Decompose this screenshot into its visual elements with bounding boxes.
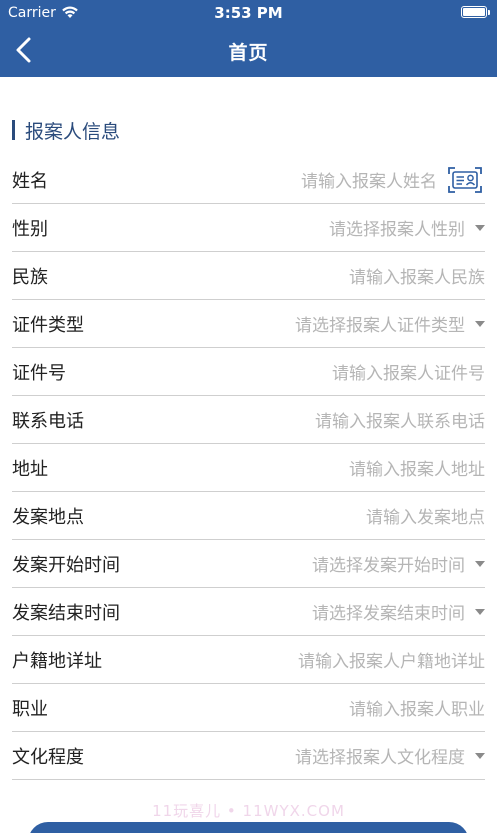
status-bar: Carrier 3:53 PM <box>0 0 497 26</box>
field-label: 发案地点 <box>12 506 84 528</box>
ethnicity-input[interactable]: 请输入报案人民族 <box>48 252 485 299</box>
form-row-address: 地址 请输入报案人地址 <box>12 444 485 492</box>
caret-down-icon <box>475 608 485 615</box>
form-row-ethnicity: 民族 请输入报案人民族 <box>12 252 485 300</box>
gender-placeholder: 请选择报案人性别 <box>329 220 465 240</box>
end-time-placeholder: 请选择发案结束时间 <box>312 604 465 624</box>
watermark: 11玩喜儿 • 11WYX.COM <box>152 802 345 820</box>
field-label: 地址 <box>12 458 48 480</box>
form-row-id-number: 证件号 请输入报案人证件号 <box>12 348 485 396</box>
phone-placeholder: 请输入报案人联系电话 <box>315 412 485 432</box>
phone-input[interactable]: 请输入报案人联系电话 <box>84 396 485 443</box>
field-label: 性别 <box>12 218 48 240</box>
field-label: 证件号 <box>12 362 66 384</box>
form-row-education: 文化程度 请选择报案人文化程度 <box>12 732 485 780</box>
field-label: 文化程度 <box>12 746 84 768</box>
id-type-select[interactable]: 请选择报案人证件类型 <box>84 300 485 347</box>
ethnicity-placeholder: 请输入报案人民族 <box>349 268 485 288</box>
field-label: 职业 <box>12 698 48 720</box>
form-row-gender: 性别 请选择报案人性别 <box>12 204 485 252</box>
form-row-end-time: 发案结束时间 请选择发案结束时间 <box>12 588 485 636</box>
education-placeholder: 请选择报案人文化程度 <box>295 748 465 768</box>
id-number-placeholder: 请输入报案人证件号 <box>332 364 485 384</box>
id-card-scan-icon[interactable] <box>447 166 483 194</box>
start-time-select[interactable]: 请选择发案开始时间 <box>120 540 485 587</box>
field-label: 发案结束时间 <box>12 602 120 624</box>
form-row-start-time: 发案开始时间 请选择发案开始时间 <box>12 540 485 588</box>
field-label: 联系电话 <box>12 410 84 432</box>
household-address-placeholder: 请输入报案人户籍地详址 <box>298 652 485 672</box>
form-row-incident-location: 发案地点 请输入发案地点 <box>12 492 485 540</box>
submit-button[interactable] <box>28 822 469 833</box>
section-accent-bar <box>12 120 15 140</box>
form-row-name: 姓名 请输入报案人姓名 <box>12 156 485 204</box>
caret-down-icon <box>475 224 485 231</box>
field-label: 民族 <box>12 266 48 288</box>
field-label: 户籍地详址 <box>12 650 102 672</box>
field-label: 证件类型 <box>12 314 84 336</box>
gender-select[interactable]: 请选择报案人性别 <box>48 204 485 251</box>
section-header: 报案人信息 <box>12 118 121 143</box>
end-time-select[interactable]: 请选择发案结束时间 <box>120 588 485 635</box>
page-title: 首页 <box>228 42 269 64</box>
battery-icon <box>461 6 490 18</box>
field-label: 姓名 <box>12 170 48 192</box>
education-select[interactable]: 请选择报案人文化程度 <box>84 732 485 779</box>
id-number-input[interactable]: 请输入报案人证件号 <box>66 348 485 395</box>
name-placeholder: 请输入报案人姓名 <box>301 172 437 192</box>
status-time: 3:53 PM <box>214 4 283 22</box>
form-row-id-type: 证件类型 请选择报案人证件类型 <box>12 300 485 348</box>
field-label: 发案开始时间 <box>12 554 120 576</box>
incident-location-input[interactable]: 请输入发案地点 <box>84 492 485 539</box>
start-time-placeholder: 请选择发案开始时间 <box>312 556 465 576</box>
household-address-input[interactable]: 请输入报案人户籍地详址 <box>102 636 485 683</box>
form-row-occupation: 职业 请输入报案人职业 <box>12 684 485 732</box>
form-row-phone: 联系电话 请输入报案人联系电话 <box>12 396 485 444</box>
address-placeholder: 请输入报案人地址 <box>349 460 485 480</box>
navigation-bar: Carrier 3:53 PM 首页 <box>0 0 497 77</box>
section-title: 报案人信息 <box>25 120 121 143</box>
id-type-placeholder: 请选择报案人证件类型 <box>295 316 465 336</box>
occupation-input[interactable]: 请输入报案人职业 <box>48 684 485 731</box>
caret-down-icon <box>475 560 485 567</box>
occupation-placeholder: 请输入报案人职业 <box>349 700 485 720</box>
incident-location-placeholder: 请输入发案地点 <box>366 508 485 528</box>
address-input[interactable]: 请输入报案人地址 <box>48 444 485 491</box>
caret-down-icon <box>475 752 485 759</box>
caret-down-icon <box>475 320 485 327</box>
form-row-household-address: 户籍地详址 请输入报案人户籍地详址 <box>12 636 485 684</box>
name-input[interactable]: 请输入报案人姓名 <box>48 156 485 203</box>
reporter-form: 姓名 请输入报案人姓名 性别 请选择报案人性别 民族 请输入报案人民族 证件类型… <box>12 156 485 780</box>
